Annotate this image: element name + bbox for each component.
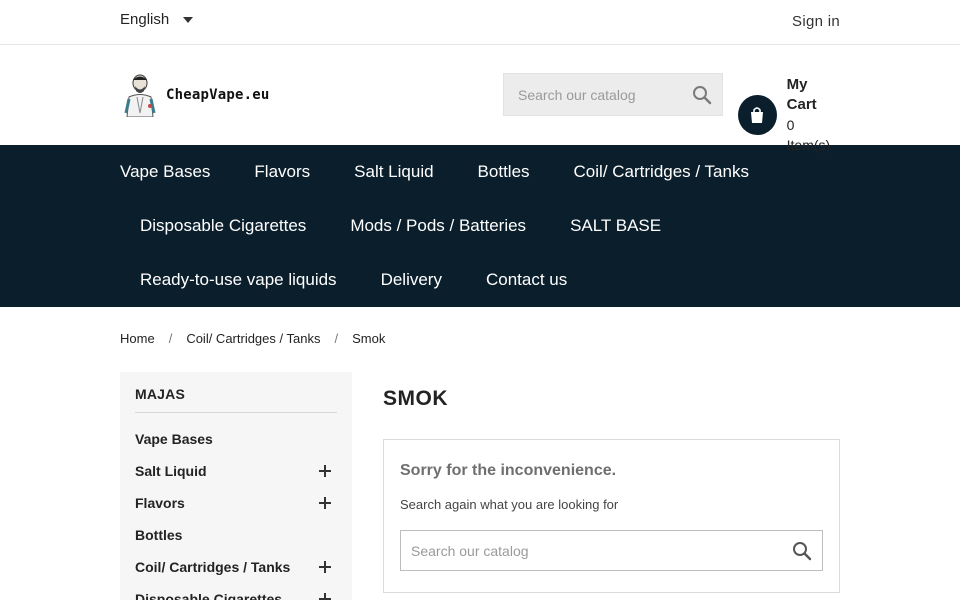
- menu-item-vape-bases[interactable]: Vape Bases: [120, 162, 210, 182]
- menu-item-flavors[interactable]: Flavors: [254, 162, 310, 182]
- category-sidebar: MAJAS Vape Bases Salt Liquid Flavors Bot…: [120, 372, 352, 600]
- main-menu: Vape Bases Flavors Salt Liquid Bottles C…: [0, 145, 960, 307]
- logo-text: CheapVape.eu: [166, 87, 270, 103]
- breadcrumb-home[interactable]: Home: [120, 331, 155, 346]
- notice-heading: Sorry for the inconvenience.: [400, 462, 617, 479]
- sidebar-item-label: Vape Bases: [135, 431, 213, 447]
- menu-item-coil-cartridges-tanks[interactable]: Coil/ Cartridges / Tanks: [574, 162, 749, 182]
- search-icon[interactable]: [792, 541, 812, 561]
- header-search: [503, 73, 723, 116]
- menu-item-contact-us[interactable]: Contact us: [486, 270, 567, 290]
- breadcrumb: Home / Coil/ Cartridges / Tanks / Smok: [120, 331, 385, 346]
- expand-plus-icon[interactable]: [319, 560, 333, 574]
- logo[interactable]: CheapVape.eu: [120, 73, 270, 117]
- sidebar-item-bottles[interactable]: Bottles: [135, 519, 337, 551]
- breadcrumb-separator: /: [334, 331, 339, 346]
- cart-info: My Cart 0 Item(s): [787, 75, 840, 155]
- cart-title: My Cart: [786, 76, 817, 113]
- notice-text: Search again what you are looking for: [400, 497, 619, 512]
- sidebar-item-label: Flavors: [135, 495, 185, 511]
- menu-item-delivery[interactable]: Delivery: [381, 270, 442, 290]
- sidebar-item-label: Bottles: [135, 527, 183, 543]
- sidebar-item-flavors[interactable]: Flavors: [135, 487, 337, 519]
- search-icon[interactable]: [692, 85, 712, 105]
- menu-item-bottles[interactable]: Bottles: [478, 162, 530, 182]
- sidebar-item-label: Coil/ Cartridges / Tanks: [135, 559, 291, 575]
- menu-item-mods-pods-batteries[interactable]: Mods / Pods / Batteries: [350, 216, 526, 236]
- expand-plus-icon[interactable]: [319, 592, 333, 600]
- sidebar-item-salt-liquid[interactable]: Salt Liquid: [135, 455, 337, 487]
- menu-item-salt-liquid[interactable]: Salt Liquid: [354, 162, 433, 182]
- sidebar-title[interactable]: MAJAS: [135, 386, 337, 413]
- breadcrumb-category[interactable]: Coil/ Cartridges / Tanks: [186, 331, 320, 346]
- shopping-bag-icon: [751, 107, 764, 123]
- no-products-notice: Sorry for the inconvenience. Search agai…: [383, 439, 840, 593]
- language-label: English: [120, 11, 170, 28]
- header: CheapVape.eu My Cart 0 Item(s): [0, 45, 960, 153]
- sidebar-item-label: Salt Liquid: [135, 463, 207, 479]
- menu-item-ready-to-use-liquids[interactable]: Ready-to-use vape liquids: [140, 270, 337, 290]
- breadcrumb-current[interactable]: Smok: [352, 331, 385, 346]
- cart-button[interactable]: My Cart 0 Item(s): [738, 75, 840, 155]
- sidebar-item-vape-bases[interactable]: Vape Bases: [135, 423, 337, 455]
- expand-plus-icon[interactable]: [319, 464, 333, 478]
- catalog-search-input[interactable]: [401, 531, 771, 570]
- sidebar-item-disposable-cigarettes[interactable]: Disposable Cigarettes: [135, 583, 337, 600]
- top-bar: English Sign in: [0, 0, 960, 45]
- caret-down-icon: [183, 17, 194, 23]
- sidebar-item-label: Disposable Cigarettes: [135, 591, 283, 600]
- sidebar-item-coil-cartridges-tanks[interactable]: Coil/ Cartridges / Tanks: [135, 551, 337, 583]
- expand-plus-icon[interactable]: [319, 496, 333, 510]
- logo-mascot-icon: [124, 74, 156, 117]
- sign-in-link[interactable]: Sign in: [792, 13, 840, 30]
- page-title: SMOK: [383, 387, 448, 410]
- header-search-input[interactable]: [504, 74, 684, 115]
- cart-badge: [738, 95, 777, 135]
- catalog-search: [400, 530, 823, 571]
- menu-item-disposable-cigarettes[interactable]: Disposable Cigarettes: [140, 216, 306, 236]
- menu-item-salt-base[interactable]: SALT BASE: [570, 216, 661, 236]
- language-selector[interactable]: English: [120, 11, 194, 28]
- breadcrumb-separator: /: [168, 331, 173, 346]
- sidebar-list: Vape Bases Salt Liquid Flavors Bottles C…: [135, 423, 337, 600]
